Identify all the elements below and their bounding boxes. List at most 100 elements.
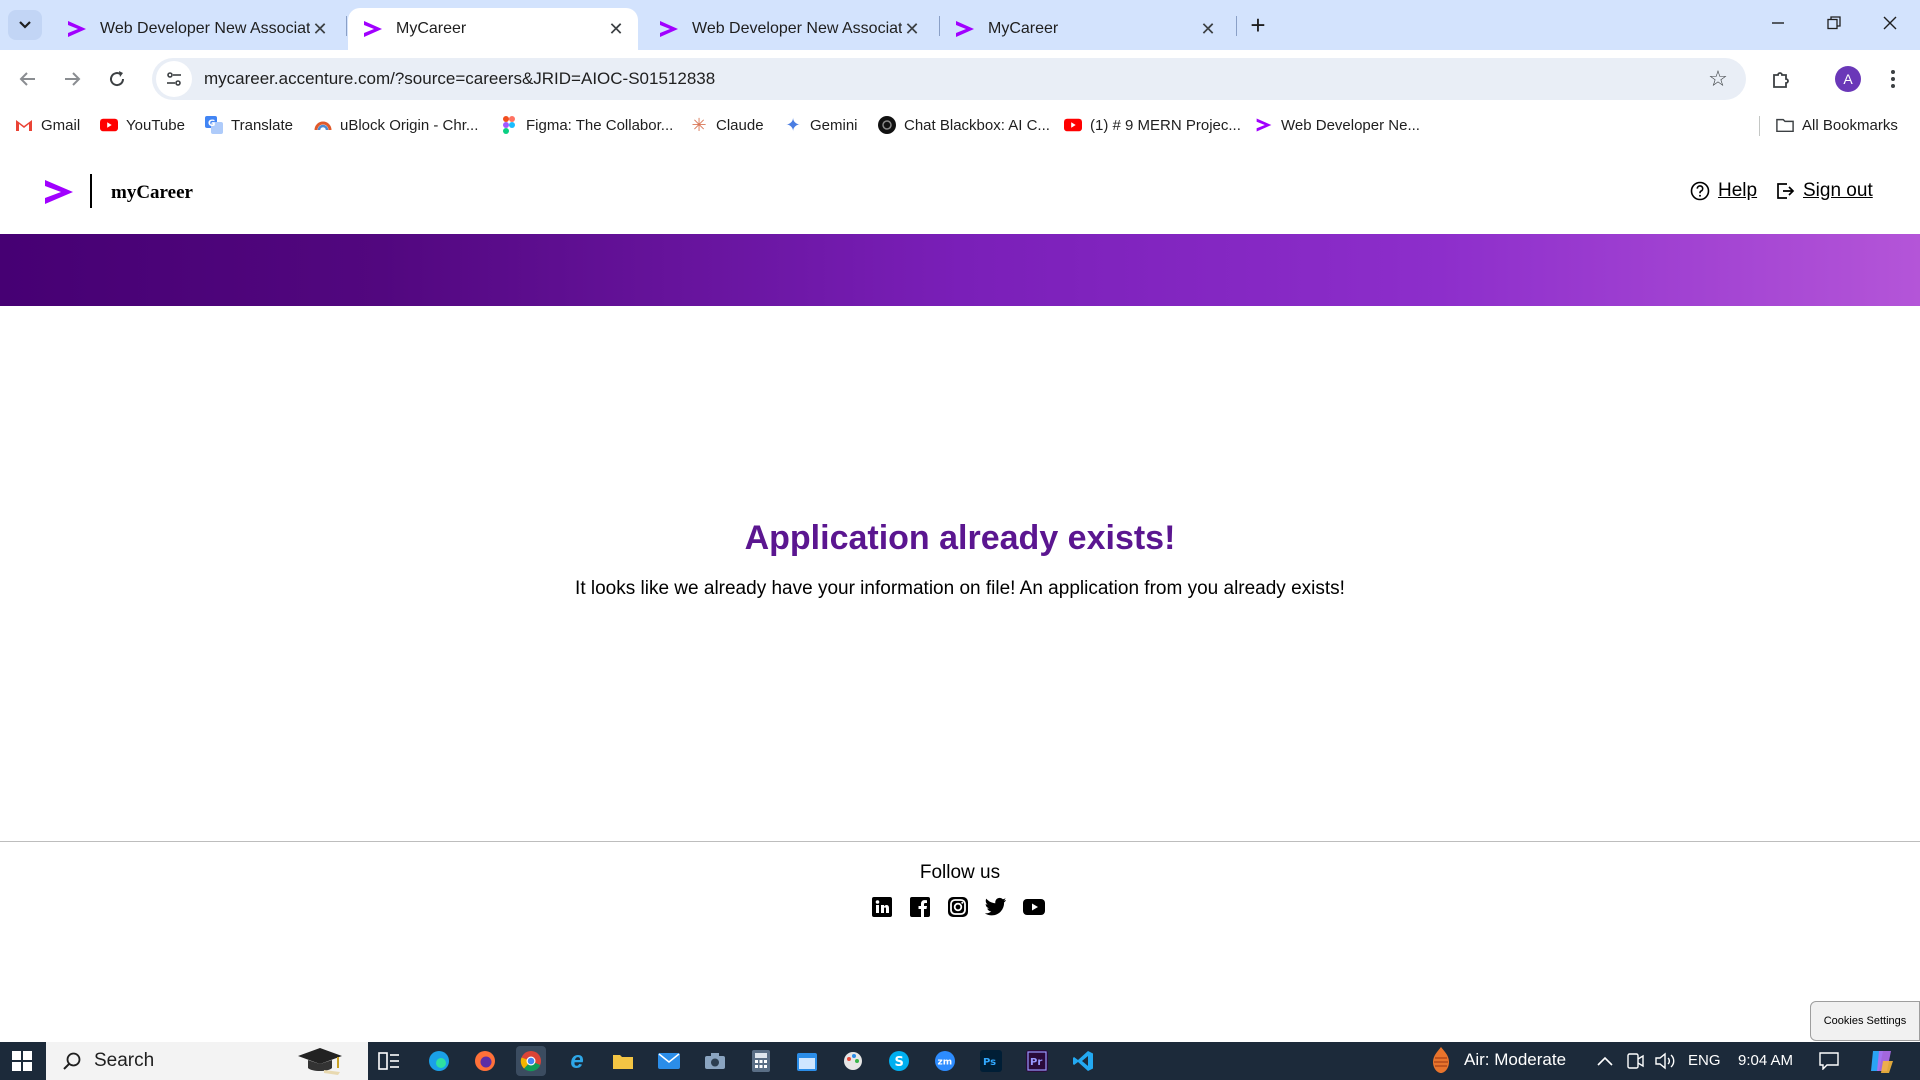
gemini-icon: ✦: [785, 114, 801, 135]
youtube-icon: [100, 116, 118, 134]
mail-icon[interactable]: [654, 1046, 684, 1076]
paint-icon[interactable]: [838, 1046, 868, 1076]
firefox-icon[interactable]: [470, 1046, 500, 1076]
close-tab-icon[interactable]: ✕: [606, 19, 626, 39]
vscode-icon[interactable]: [1068, 1046, 1098, 1076]
svg-text:Ps: Ps: [983, 1057, 996, 1068]
sign-out-icon: [1777, 183, 1795, 199]
photoshop-icon[interactable]: Ps: [976, 1046, 1006, 1076]
brand-name[interactable]: myCareer: [111, 182, 193, 204]
close-tab-icon[interactable]: ✕: [1198, 19, 1218, 39]
linkedin-icon[interactable]: [871, 896, 893, 918]
close-window-button[interactable]: [1862, 0, 1918, 46]
edge-icon[interactable]: [424, 1046, 454, 1076]
menu-button[interactable]: [1876, 62, 1910, 96]
minimize-icon: [1772, 22, 1784, 24]
facebook-icon[interactable]: [909, 896, 931, 918]
clock[interactable]: 9:04 AM: [1738, 1052, 1793, 1069]
bookmark-youtube[interactable]: YouTube: [100, 113, 185, 137]
bookmark-label: Claude: [716, 116, 764, 134]
skype-icon[interactable]: S: [884, 1046, 914, 1076]
zoom-icon[interactable]: zm: [930, 1046, 960, 1076]
premiere-icon[interactable]: Pr: [1022, 1046, 1052, 1076]
arrow-left-icon: [19, 72, 35, 86]
reload-button[interactable]: [101, 63, 133, 95]
bookmark-figma[interactable]: Figma: The Collabor...: [500, 113, 673, 137]
volume-icon[interactable]: [1654, 1050, 1676, 1072]
task-view-icon[interactable]: [374, 1046, 404, 1076]
accenture-logo-icon[interactable]: [44, 178, 74, 206]
gmail-icon: [15, 116, 33, 134]
taskbar-search[interactable]: Search: [46, 1042, 368, 1080]
start-button[interactable]: [0, 1042, 44, 1080]
meet-now-icon[interactable]: [1624, 1050, 1646, 1072]
notification-icon[interactable]: [1818, 1050, 1840, 1072]
copilot-icon[interactable]: [1866, 1046, 1896, 1076]
back-button[interactable]: [12, 63, 44, 95]
bookmark-gmail[interactable]: Gmail: [15, 113, 80, 137]
file-explorer-icon[interactable]: [608, 1046, 638, 1076]
extensions-button[interactable]: [1764, 62, 1798, 96]
search-label: Search: [94, 1050, 155, 1071]
profile-avatar[interactable]: A: [1835, 66, 1861, 92]
calendar-icon[interactable]: [792, 1046, 822, 1076]
calculator-icon[interactable]: [746, 1046, 776, 1076]
new-tab-button[interactable]: +: [1245, 10, 1271, 40]
search-icon: [63, 1052, 81, 1070]
accenture-icon: [1255, 116, 1273, 134]
tab-title: MyCareer: [396, 20, 467, 37]
restore-button[interactable]: [1806, 0, 1862, 46]
bookmark-mern-project[interactable]: (1) # 9 MERN Projec...: [1064, 113, 1241, 137]
close-tab-icon[interactable]: ✕: [902, 19, 922, 39]
restore-icon: [1827, 16, 1841, 30]
bookmark-label: Chat Blackbox: AI C...: [904, 116, 1050, 134]
bookmark-star-icon[interactable]: ☆: [1700, 61, 1736, 97]
air-quality-label[interactable]: Air: Moderate: [1464, 1050, 1566, 1070]
instagram-icon[interactable]: [947, 896, 969, 918]
bookmark-ublock[interactable]: uBlock Origin - Chr...: [314, 113, 478, 137]
bookmark-blackbox[interactable]: Chat Blackbox: AI C...: [878, 113, 1050, 137]
air-quality-icon[interactable]: [1428, 1046, 1454, 1074]
language-indicator[interactable]: ENG: [1688, 1052, 1721, 1069]
bookmark-claude[interactable]: ✳ Claude: [690, 113, 764, 137]
address-bar[interactable]: mycareer.accenture.com/?source=careers&J…: [152, 58, 1746, 100]
claude-icon: ✳: [691, 114, 707, 135]
accenture-favicon-icon: [956, 21, 974, 37]
tab-search-button[interactable]: [8, 10, 42, 40]
tab-web-developer-1[interactable]: Web Developer New Associate ✕: [52, 8, 342, 50]
kebab-menu-icon: [1891, 70, 1895, 88]
cookies-settings-button[interactable]: Cookies Settings: [1810, 1001, 1920, 1041]
signout-link[interactable]: Sign out: [1775, 180, 1873, 202]
bookmark-web-developer[interactable]: Web Developer Ne...: [1255, 113, 1420, 137]
chevron-down-icon: [19, 21, 31, 29]
signout-label: Sign out: [1803, 180, 1873, 201]
social-links: [871, 896, 1045, 918]
bookmark-gemini[interactable]: ✦ Gemini: [784, 113, 857, 137]
help-link[interactable]: Help: [1690, 180, 1757, 202]
page-content: myCareer Help Sign out Application alrea…: [0, 142, 1920, 1042]
tab-mycareer-2[interactable]: MyCareer ✕: [940, 8, 1230, 50]
translate-icon: G: [205, 116, 223, 134]
chevron-up-icon[interactable]: [1594, 1050, 1616, 1072]
bookmark-label: Translate: [231, 116, 293, 134]
internet-explorer-icon[interactable]: e: [562, 1046, 592, 1076]
reload-icon: [110, 71, 125, 87]
accenture-favicon-icon: [364, 21, 382, 37]
youtube-icon[interactable]: [1023, 896, 1045, 918]
twitter-icon[interactable]: [985, 896, 1007, 918]
minimize-button[interactable]: [1750, 0, 1806, 46]
bookmark-translate[interactable]: G Translate: [205, 113, 293, 137]
accenture-favicon-icon: [68, 21, 86, 37]
url-text[interactable]: mycareer.accenture.com/?source=careers&J…: [204, 69, 1700, 89]
all-bookmarks-label: All Bookmarks: [1802, 116, 1898, 134]
site-info-icon[interactable]: [156, 61, 192, 97]
camera-icon[interactable]: [700, 1046, 730, 1076]
all-bookmarks-button[interactable]: All Bookmarks: [1776, 113, 1898, 137]
close-tab-icon[interactable]: ✕: [310, 19, 330, 39]
chrome-icon[interactable]: [516, 1046, 546, 1076]
tab-mycareer-active[interactable]: MyCareer ✕: [348, 8, 638, 50]
bookmark-label: Figma: The Collabor...: [526, 116, 674, 134]
tab-separator: [346, 16, 347, 36]
forward-button[interactable]: [56, 63, 88, 95]
tab-web-developer-2[interactable]: Web Developer New Associate ✕: [644, 8, 934, 50]
